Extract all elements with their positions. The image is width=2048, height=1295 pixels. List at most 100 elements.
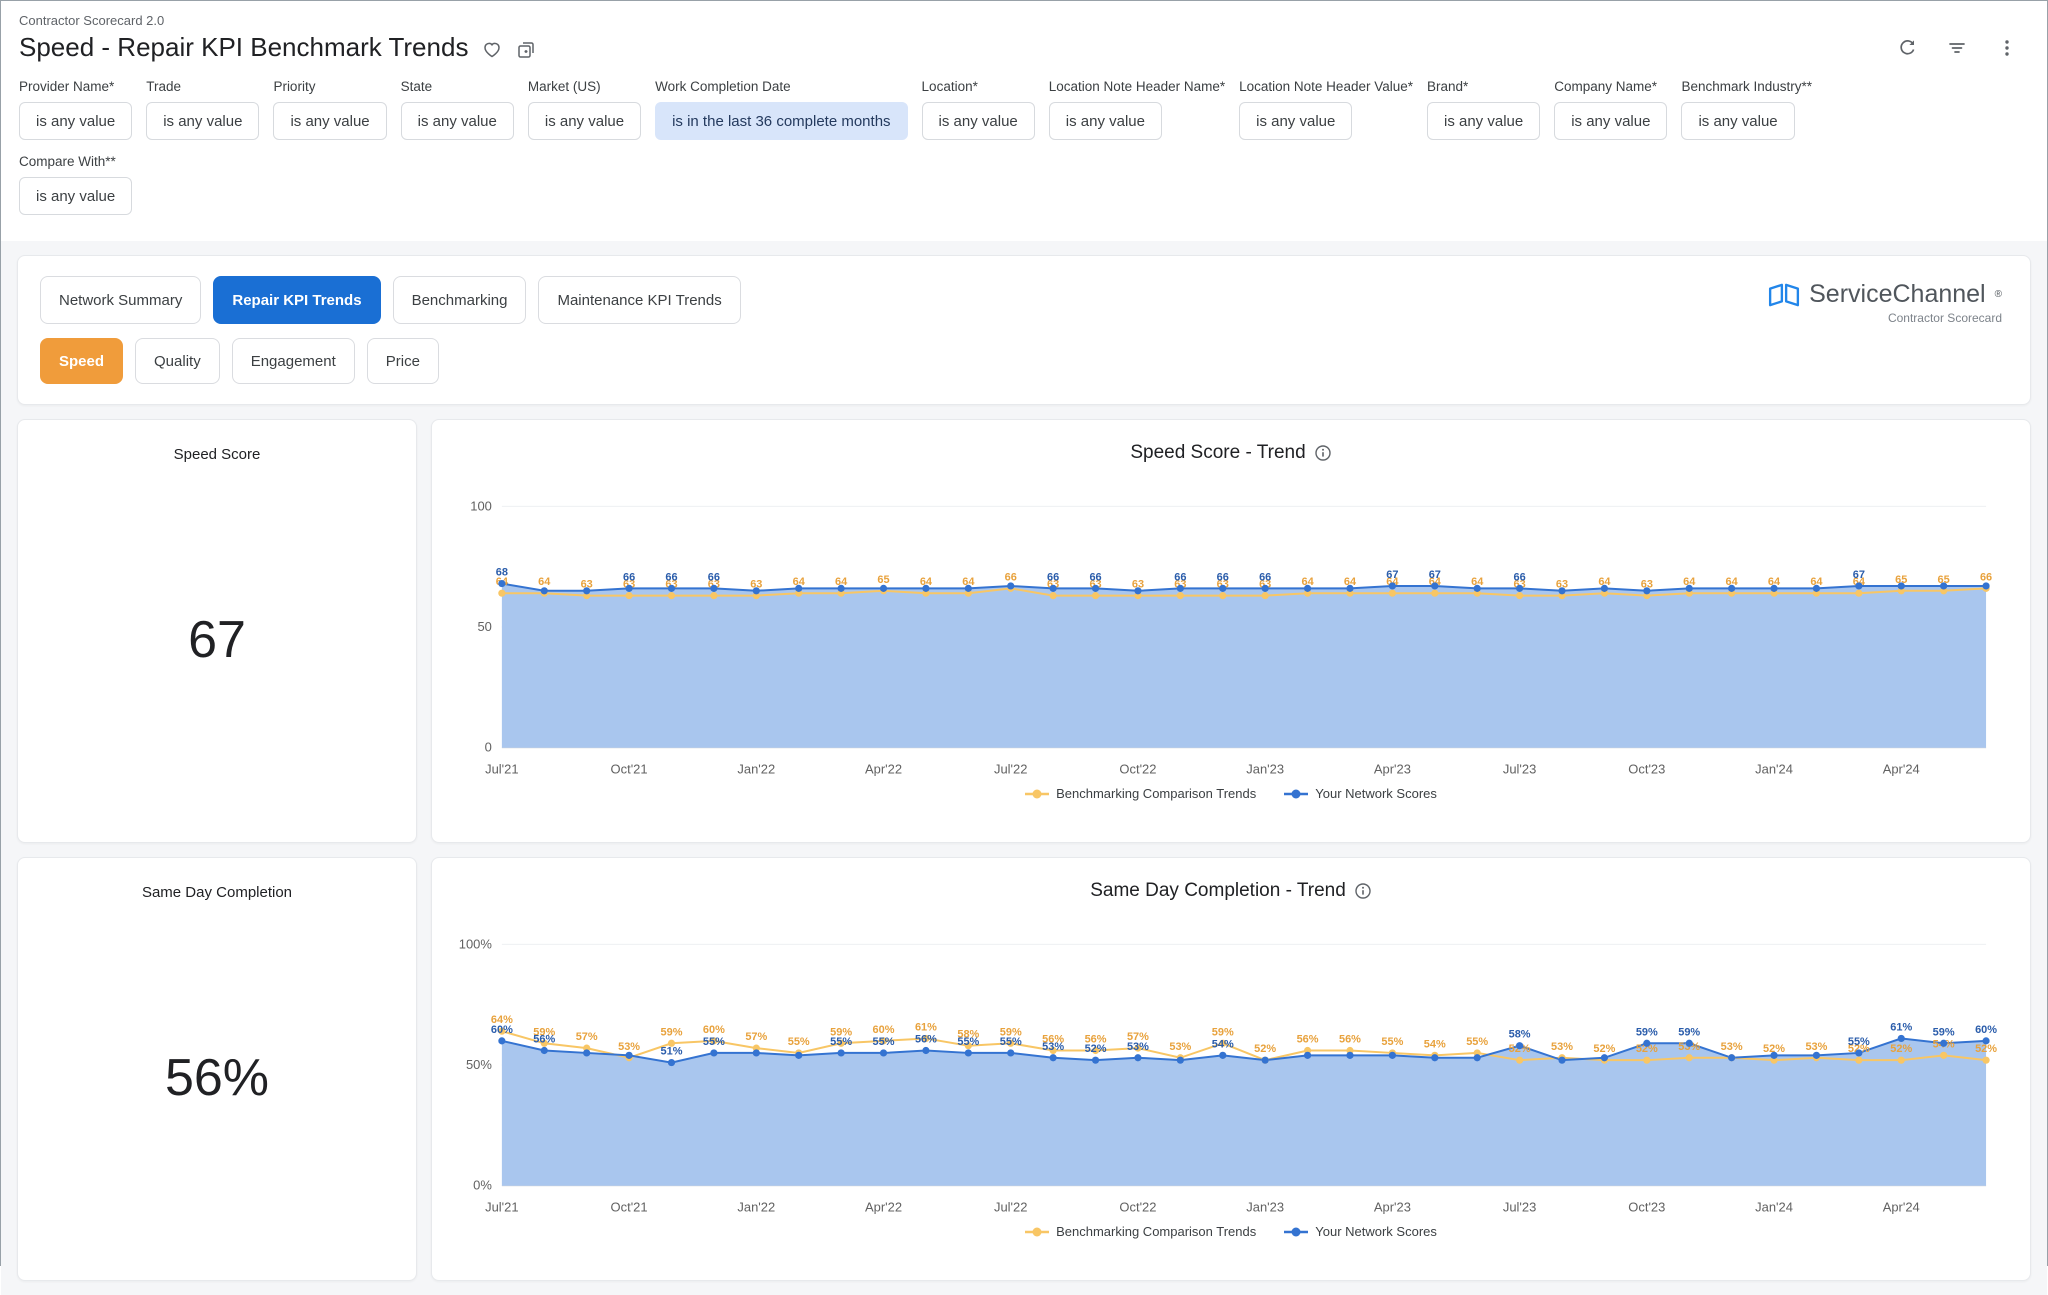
svg-text:100: 100: [470, 498, 492, 513]
info-icon[interactable]: [1314, 444, 1332, 462]
more-options-icon[interactable]: [1997, 38, 2017, 58]
legend-item[interactable]: Benchmarking Comparison Trends: [1025, 1224, 1256, 1239]
tab-repair-kpi-trends[interactable]: Repair KPI Trends: [213, 276, 381, 324]
svg-text:55%: 55%: [957, 1036, 979, 1048]
filters-icon[interactable]: [1947, 38, 1967, 58]
legend-item[interactable]: Benchmarking Comparison Trends: [1025, 786, 1256, 801]
filter-value-button[interactable]: is in the last 36 complete months: [655, 102, 908, 140]
svg-text:61%: 61%: [1890, 1021, 1912, 1033]
speed-trend-chart[interactable]: 0 50 100 Jul'21 Oct'21 Jan'22 Apr'22 Jul'22 Oct'…: [450, 470, 2012, 786]
svg-text:55%: 55%: [1466, 1036, 1488, 1048]
svg-text:55%: 55%: [1381, 1036, 1403, 1048]
legend-label: Your Network Scores: [1315, 786, 1437, 801]
svg-text:56%: 56%: [915, 1034, 937, 1046]
speed-trend-legend: Benchmarking Comparison Trends Your Netwo…: [450, 786, 2012, 801]
legend-item[interactable]: Your Network Scores: [1284, 786, 1437, 801]
svg-text:Oct'21: Oct'21: [611, 1200, 648, 1215]
filter-value-button[interactable]: is any value: [400, 102, 514, 140]
filter-value-button[interactable]: is any value: [1048, 102, 1162, 140]
svg-text:53%: 53%: [1042, 1041, 1064, 1053]
svg-text:53%: 53%: [618, 1041, 640, 1053]
legend-marker-icon: [1025, 789, 1050, 798]
subtab-quality[interactable]: Quality: [135, 338, 220, 384]
svg-text:66: 66: [1174, 571, 1186, 583]
filter-provider-name: Provider Name* is any value: [19, 79, 133, 140]
title-icons: [482, 40, 536, 60]
svg-text:Jan'22: Jan'22: [737, 1200, 775, 1215]
svg-text:66: 66: [1514, 571, 1526, 583]
svg-text:67: 67: [1853, 569, 1865, 581]
filter-work-completion-date: Work Completion Date is in the last 36 c…: [655, 79, 908, 140]
legend-label: Benchmarking Comparison Trends: [1056, 1224, 1257, 1239]
svg-text:53%: 53%: [1127, 1041, 1149, 1053]
svg-text:Apr'22: Apr'22: [865, 1200, 902, 1215]
svg-text:0: 0: [485, 740, 492, 755]
favorite-icon[interactable]: [482, 40, 502, 60]
breadcrumb[interactable]: Contractor Scorecard 2.0: [19, 13, 2029, 28]
filter-value-button[interactable]: is any value: [273, 102, 387, 140]
filter-value-button[interactable]: is any value: [19, 177, 133, 215]
legend-marker-icon: [1025, 1227, 1050, 1236]
filter-value-button[interactable]: is any value: [921, 102, 1035, 140]
svg-text:Jan'22: Jan'22: [737, 762, 775, 777]
svg-text:66: 66: [665, 571, 677, 583]
chart-title-row: Speed Score - Trend: [450, 442, 2012, 464]
filter-label: Benchmark Industry**: [1681, 79, 1812, 94]
filter-value-button[interactable]: is any value: [527, 102, 642, 140]
same-day-completion-trend-card: Same Day Completion - Trend 0% 50% 100% Jul…: [431, 857, 2031, 1281]
svg-text:Oct'22: Oct'22: [1119, 1200, 1156, 1215]
kpi-title: Same Day Completion: [141, 884, 293, 901]
legend-item[interactable]: Your Network Scores: [1284, 1224, 1437, 1239]
filter-label: Brand*: [1427, 79, 1469, 94]
svg-text:Jul'23: Jul'23: [1503, 762, 1536, 777]
filter-label: Location Note Header Name*: [1048, 79, 1226, 94]
filter-value-button[interactable]: is any value: [1681, 102, 1795, 140]
subtab-price[interactable]: Price: [366, 338, 439, 384]
svg-text:Oct'21: Oct'21: [611, 762, 648, 777]
svg-text:Apr'23: Apr'23: [1374, 762, 1411, 777]
tab-benchmarking[interactable]: Benchmarking: [392, 276, 527, 324]
tab-network-summary[interactable]: Network Summary: [40, 276, 202, 324]
svg-text:54%: 54%: [1424, 1038, 1446, 1050]
dashboard-nav-card: Network Summary Repair KPI Trends Benchm…: [17, 255, 2031, 405]
filter-value-button[interactable]: is any value: [146, 102, 260, 140]
filter-location-note-header-value: Location Note Header Value* is any value: [1239, 79, 1413, 140]
filter-label: Priority: [273, 79, 316, 94]
page-title: Speed - Repair KPI Benchmark Trends: [19, 32, 469, 62]
refresh-icon[interactable]: [1897, 38, 1917, 58]
svg-text:52%: 52%: [1975, 1043, 1997, 1055]
svg-text:53%: 53%: [1805, 1041, 1827, 1053]
same-day-completion-trend-chart[interactable]: 0% 50% 100% Jul'21 Oct'21 Jan'22 Apr'22 Jul'22 O…: [450, 908, 2012, 1224]
filter-row-2: Compare With** is any value: [19, 154, 2029, 215]
filter-value-button[interactable]: is any value: [1554, 102, 1668, 140]
servicechannel-logo-text: ServiceChannel: [1809, 280, 1986, 308]
svg-text:Jul'22: Jul'22: [994, 1200, 1027, 1215]
filter-priority: Priority is any value: [273, 79, 387, 140]
header-actions: [1897, 38, 2029, 58]
svg-text:56%: 56%: [1297, 1034, 1319, 1046]
filter-value-button[interactable]: is any value: [1427, 102, 1541, 140]
info-icon[interactable]: [1354, 882, 1372, 900]
servicechannel-logo-row: ServiceChannel ®: [1768, 280, 2002, 309]
filter-label: Location Note Header Value*: [1239, 79, 1413, 94]
svg-text:Jul'21: Jul'21: [485, 762, 518, 777]
svg-text:55%: 55%: [788, 1036, 810, 1048]
svg-text:52%: 52%: [1593, 1043, 1615, 1055]
tab-maintenance-kpi-trends[interactable]: Maintenance KPI Trends: [538, 276, 741, 324]
legend-marker-icon: [1284, 1227, 1309, 1236]
subtab-engagement[interactable]: Engagement: [231, 338, 355, 384]
svg-text:59%: 59%: [1636, 1026, 1658, 1038]
svg-text:60%: 60%: [703, 1024, 725, 1036]
sub-tabs: Speed Quality Engagement Price: [40, 338, 2008, 384]
filter-value-button[interactable]: is any value: [19, 102, 133, 140]
svg-text:55%: 55%: [1000, 1036, 1022, 1048]
title-row: Speed - Repair KPI Benchmark Trends: [19, 32, 2029, 63]
add-to-board-icon[interactable]: [516, 40, 536, 60]
subtab-speed[interactable]: Speed: [40, 338, 124, 384]
contractor-scorecard-dashboard: Contractor Scorecard 2.0 Speed - Repair …: [1, 1, 2047, 1295]
filter-label: Market (US): [527, 79, 601, 94]
svg-text:66: 66: [708, 571, 720, 583]
page-header: Contractor Scorecard 2.0 Speed - Repair …: [1, 1, 2047, 63]
svg-text:Jan'24: Jan'24: [1755, 1200, 1793, 1215]
filter-value-button[interactable]: is any value: [1239, 102, 1353, 140]
